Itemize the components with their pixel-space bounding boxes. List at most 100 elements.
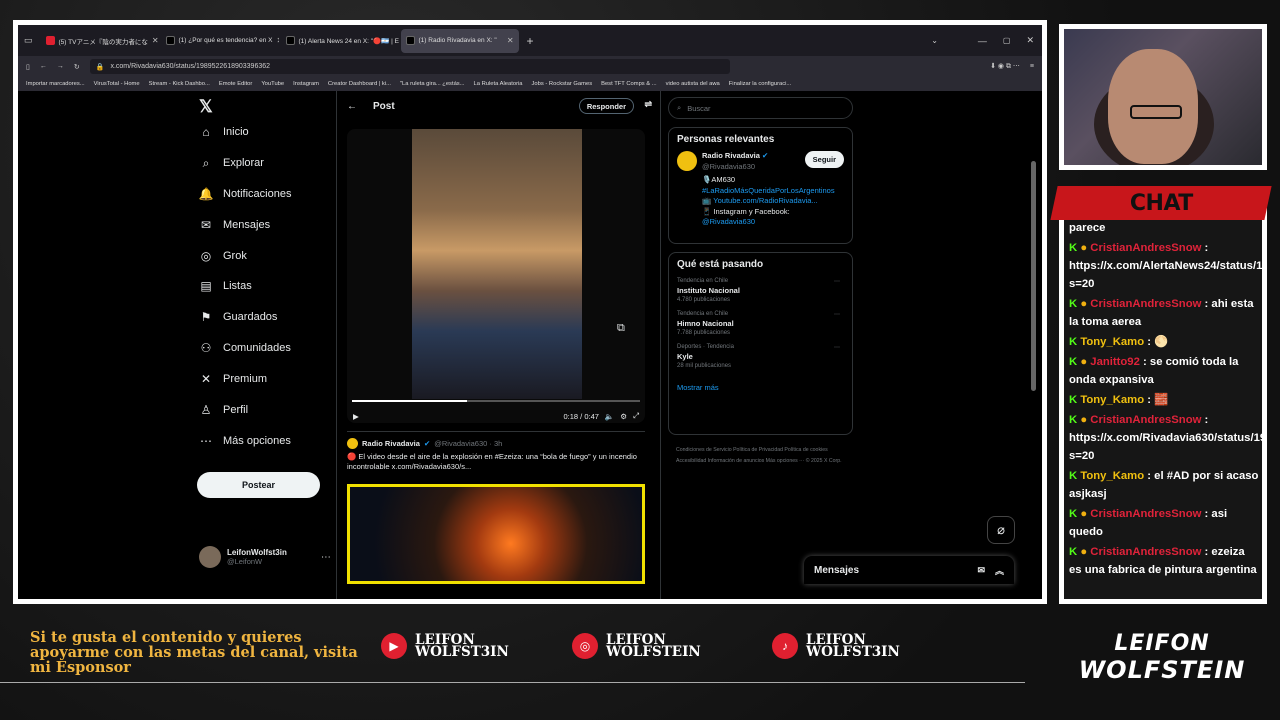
nav-item-guardados[interactable]: ⚑ Guardados	[199, 310, 278, 324]
chat-username[interactable]: CristianAndresSnow	[1090, 414, 1201, 426]
maximize-icon[interactable]: ▢	[1003, 36, 1011, 45]
bookmark-item[interactable]: Finalizar la configuraci...	[729, 81, 792, 87]
trend-item[interactable]: Tendencia en Chile Instituto Nacional 4.78…	[677, 278, 844, 303]
bookmark-item[interactable]: La Ruleta Aleatoria	[474, 81, 523, 87]
chevron-down-icon[interactable]: ⌄	[931, 36, 938, 45]
chat-text: : 🧱	[1144, 394, 1169, 406]
quoted-tweet[interactable]: Radio Rivadavia ✔ @Rivadavia630 · 3h 🔴 E…	[347, 431, 645, 591]
tab-2[interactable]: (1) Alerta News 24 en X: "🔴🇦🇷 | E✕	[281, 29, 399, 53]
nav-item-mensajes[interactable]: ✉ Mensajes	[199, 218, 270, 232]
grok-icon[interactable]: ⌀	[987, 516, 1015, 544]
bookmark-item[interactable]: video autista del awa	[666, 81, 720, 87]
reload-icon[interactable]: ↻	[74, 63, 80, 71]
new-tab-icon[interactable]: +	[527, 34, 534, 48]
nav-item-explorar[interactable]: ⌕ Explorar	[199, 156, 264, 170]
bookmark-item[interactable]: Emote Editor	[219, 81, 253, 87]
compose-icon[interactable]: ✉	[977, 565, 985, 576]
close-icon[interactable]: ✕	[507, 36, 514, 45]
bookmark-item[interactable]: Jobs - Rockstar Games	[532, 81, 593, 87]
extensions-icon[interactable]: ⬇ ◉ ⧉ ⋯	[990, 62, 1020, 71]
navigation-bar: ▯ ← → ↻ 🔒 x.com/Rivadavia630/status/1989…	[18, 56, 1042, 77]
fullscreen-icon[interactable]: ⤢	[633, 411, 639, 421]
back-arrow-icon[interactable]: ←	[347, 101, 357, 112]
bio-line[interactable]: #LaRadioMásQueridaPorLosArgentinos📺 Yout…	[702, 186, 837, 207]
search-input[interactable]: ⌕ Buscar	[668, 97, 853, 119]
footer-links[interactable]: Condiciones de Servicio Política de Priv…	[676, 445, 851, 467]
bookmark-item[interactable]: Best TFT Comps & ...	[601, 81, 657, 87]
post-button[interactable]: Postear	[197, 472, 320, 498]
close-window-icon[interactable]: ✕	[1026, 35, 1034, 46]
bio-line[interactable]: @Rivadavia630	[702, 217, 837, 228]
bookmark-item[interactable]: Instagram	[293, 81, 319, 87]
chat-username[interactable]: Janitto92	[1090, 356, 1140, 368]
messages-drawer[interactable]: Mensajes ✉ ︽	[804, 556, 1014, 584]
trend-item[interactable]: Tendencia en Chile Himno Nacional 7.788 pu…	[677, 311, 844, 336]
account-switcher[interactable]: LeifonWolfst3in @LeifonW ⋯	[199, 546, 331, 568]
pip-icon[interactable]: ⧉	[617, 322, 625, 335]
chat-username[interactable]: Tony_Kamo	[1080, 336, 1144, 348]
bookmark-item[interactable]: YouTube	[261, 81, 284, 87]
chevron-up-icon[interactable]: ︽	[995, 564, 1004, 577]
reply-button[interactable]: Responder	[578, 98, 634, 114]
chat-username[interactable]: CristianAndresSnow	[1090, 242, 1201, 254]
nav-icon: ◎	[200, 249, 212, 263]
chat-username[interactable]: CristianAndresSnow	[1090, 508, 1201, 520]
relevant-title: Personas relevantes	[677, 134, 775, 145]
address-bar[interactable]: 🔒 x.com/Rivadavia630/status/198952261890…	[89, 59, 730, 74]
nav-item-comunidades[interactable]: ⚇ Comunidades	[199, 341, 291, 355]
video-player[interactable]: ⧉ ▶ 0:18 / 0:47 🔈 ⚙ ⤢	[347, 129, 645, 423]
chat-text: : 🌕	[1144, 336, 1169, 348]
x-page: 𝕏 ⌂ Inicio ⌕ Explorar 🔔 Notificaciones ✉ Mensaj…	[18, 91, 1042, 599]
settings-icon[interactable]: ⇌	[644, 99, 652, 110]
account-handle: @LeifonW	[227, 557, 263, 566]
tweet-image[interactable]	[347, 484, 645, 584]
scrollbar[interactable]	[1031, 161, 1036, 561]
chat-username[interactable]: Tony_Kamo	[1080, 470, 1144, 482]
x-logo-icon[interactable]: 𝕏	[199, 97, 213, 117]
more-icon[interactable]: ⋯	[321, 552, 331, 563]
tab-3-active[interactable]: (1) Radio Rivadavia en X: " ✕	[400, 28, 519, 53]
chat-username[interactable]: Tony_Kamo	[1080, 394, 1144, 406]
forward-icon[interactable]: →	[57, 63, 64, 70]
bookmark-item[interactable]: Stream - Kick Dashbo...	[149, 81, 210, 87]
more-icon[interactable]: ⋯	[834, 344, 840, 351]
more-icon[interactable]: ⋯	[834, 278, 840, 285]
nav-item-notificaciones[interactable]: 🔔 Notificaciones	[199, 187, 292, 201]
follow-button[interactable]: Seguir	[804, 151, 844, 168]
tab-0[interactable]: (5) TVアニメ『陰の実力者にな ✕	[41, 29, 159, 53]
chat-username[interactable]: CristianAndresSnow	[1090, 546, 1201, 558]
scrollbar-thumb[interactable]	[1031, 161, 1036, 391]
menu-icon[interactable]: ≡	[1030, 63, 1034, 70]
nav-item-listas[interactable]: ▤ Listas	[199, 279, 251, 293]
tab-1[interactable]: (1) ¿Por qué es tendencia? en X✕	[161, 29, 279, 53]
kick-badge-icon: K	[1069, 356, 1081, 368]
nav-item-inicio[interactable]: ⌂ Inicio	[199, 125, 248, 139]
trend-count: 28 mil publicaciones	[677, 363, 732, 369]
video-progress-bar[interactable]	[352, 400, 640, 402]
bookmark-item[interactable]: Creator Dashboard | ki...	[328, 81, 391, 87]
nav-item-más-opciones[interactable]: ⋯ Más opciones	[199, 434, 291, 448]
chat-username[interactable]: CristianAndresSnow	[1090, 298, 1201, 310]
bookmark-item[interactable]: Importar marcadores...	[26, 81, 85, 87]
play-icon[interactable]: ▶	[353, 412, 359, 421]
minimize-icon[interactable]: —	[978, 36, 987, 46]
volume-icon[interactable]: 🔈	[605, 412, 614, 421]
nav-item-premium[interactable]: ✕ Premium	[199, 372, 267, 386]
close-icon[interactable]: ✕	[152, 36, 159, 45]
more-icon[interactable]: ⋯	[834, 311, 840, 318]
trend-item[interactable]: Deportes · Tendencia Kyle 28 mil publicaci…	[677, 344, 844, 369]
trend-count: 7.788 publicaciones	[677, 330, 731, 336]
bookmark-item[interactable]: "La ruleta gira... ¿estás...	[400, 81, 465, 87]
tab-list-icon[interactable]: ▭	[24, 35, 33, 46]
nav-label: Más opciones	[223, 435, 291, 447]
nav-item-grok[interactable]: ◎ Grok	[199, 249, 247, 263]
relevant-person[interactable]: Radio Rivadavia ✔ @Rivadavia630 🎙️AM630 …	[677, 151, 844, 228]
bookmark-item[interactable]: VirusTotal - Home	[94, 81, 140, 87]
gear-icon[interactable]: ⚙	[620, 412, 627, 421]
show-more-link[interactable]: Mostrar más	[677, 383, 844, 392]
close-icon[interactable]: ✕	[276, 36, 278, 45]
back-icon[interactable]: ←	[40, 63, 47, 70]
trends-box: Qué está pasando Tendencia en Chile Insti…	[668, 252, 853, 435]
nav-item-perfil[interactable]: ♙ Perfil	[199, 403, 248, 417]
sidebar-icon[interactable]: ▯	[26, 63, 30, 71]
